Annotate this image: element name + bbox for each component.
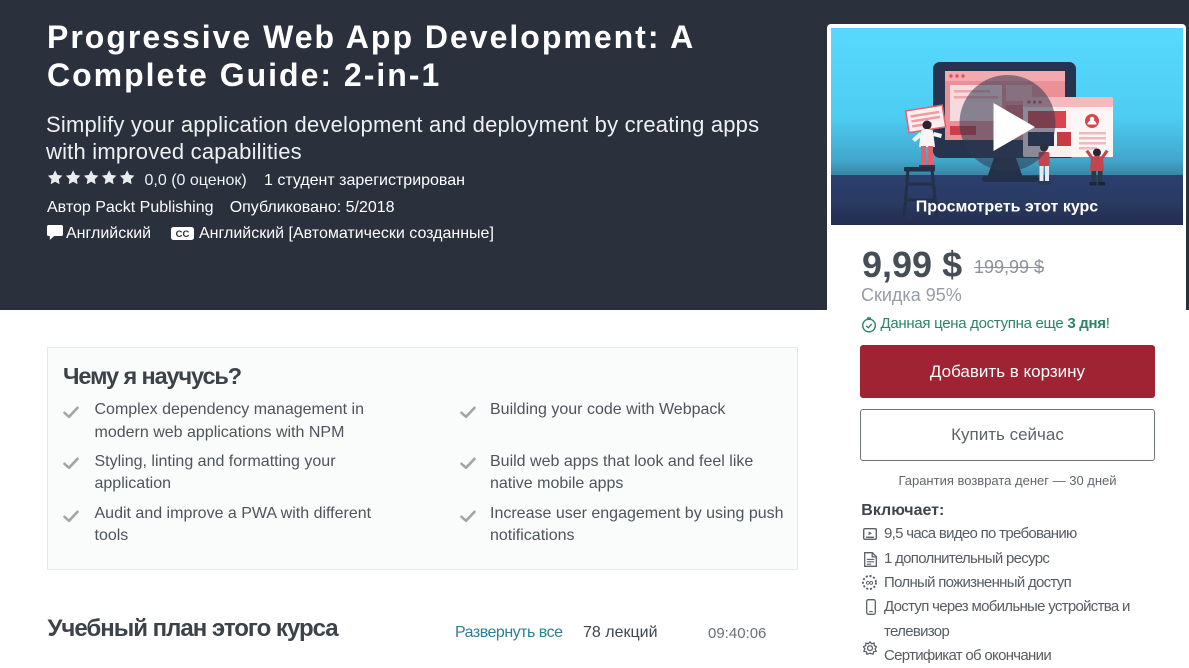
svg-text:∞: ∞ (866, 577, 874, 589)
svg-text:Просмотреть этот курс: Просмотреть этот курс (916, 199, 1099, 216)
svg-text:CC: CC (176, 229, 190, 240)
